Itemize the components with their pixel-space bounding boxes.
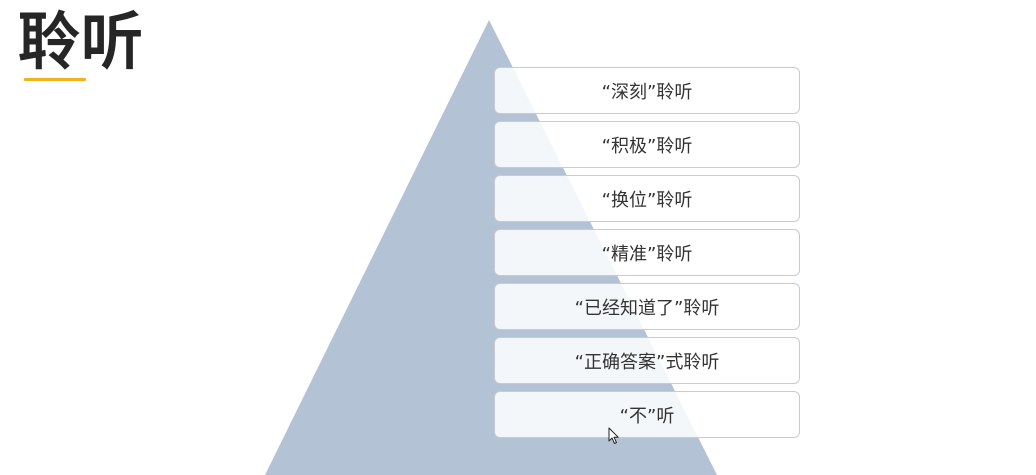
level-right-answer-listening[interactable]: “正确答案”式聆听 bbox=[494, 337, 800, 384]
level-empathic-listening[interactable]: “换位”聆听 bbox=[494, 175, 800, 222]
level-not-listening[interactable]: “不”听 bbox=[494, 391, 800, 438]
listening-levels-list: “深刻”聆听 “积极”聆听 “换位”聆听 “精准”聆听 “已经知道了”聆听 “正… bbox=[494, 67, 800, 445]
level-active-listening[interactable]: “积极”聆听 bbox=[494, 121, 800, 168]
level-accurate-listening[interactable]: “精准”聆听 bbox=[494, 229, 800, 276]
level-deep-listening[interactable]: “深刻”聆听 bbox=[494, 67, 800, 114]
level-already-know-listening[interactable]: “已经知道了”聆听 bbox=[494, 283, 800, 330]
mouse-pointer-icon bbox=[608, 427, 619, 444]
slide: 聆听 “深刻”聆听 “积极”聆听 “换位”聆听 “精准”聆听 “已经知道了”聆听… bbox=[0, 0, 1036, 475]
